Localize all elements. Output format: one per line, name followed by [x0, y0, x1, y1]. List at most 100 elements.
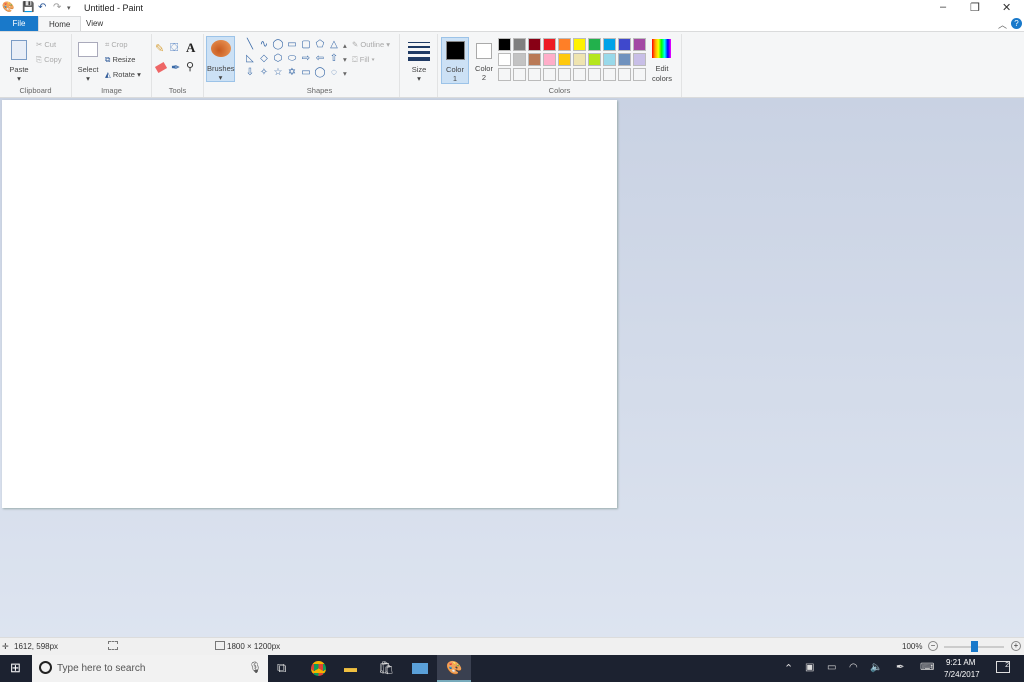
- pencil-icon[interactable]: ✎: [155, 42, 164, 55]
- store-icon[interactable]: 🛍: [378, 660, 395, 676]
- rotate-button[interactable]: ◭ Rotate ▾: [105, 70, 141, 79]
- shape-tool-9[interactable]: ⬡: [271, 53, 285, 67]
- customize-quick-access-icon[interactable]: ▾: [67, 4, 71, 12]
- color-swatch[interactable]: [573, 38, 586, 51]
- tab-view[interactable]: View: [76, 16, 113, 31]
- fill-bucket-icon[interactable]: ⛋: [170, 42, 178, 55]
- shape-tool-5[interactable]: ⬠: [313, 39, 327, 53]
- minimize-button[interactable]: –: [940, 1, 946, 13]
- copy-button[interactable]: ⎘ Copy: [36, 55, 62, 65]
- custom-color-slot[interactable]: [573, 68, 586, 81]
- clock-date[interactable]: 7/24/2017: [944, 670, 980, 679]
- shape-tool-7[interactable]: ◺: [243, 53, 257, 67]
- clock-time[interactable]: 9:21 AM: [946, 658, 975, 667]
- color-swatch[interactable]: [558, 38, 571, 51]
- volume-icon[interactable]: 🔈: [870, 662, 882, 673]
- zoom-in-button[interactable]: +: [1011, 641, 1021, 651]
- shape-tool-15[interactable]: ✧: [257, 67, 271, 81]
- touch-keyboard-icon[interactable]: ⌨: [920, 662, 934, 673]
- color-swatch[interactable]: [618, 53, 631, 66]
- color-swatch[interactable]: [498, 53, 511, 66]
- outlook-icon[interactable]: [412, 663, 428, 674]
- custom-color-slot[interactable]: [543, 68, 556, 81]
- custom-color-slot[interactable]: [618, 68, 631, 81]
- color-swatch[interactable]: [588, 38, 601, 51]
- color-swatch[interactable]: [618, 38, 631, 51]
- color1-button[interactable]: Color 1: [441, 37, 469, 84]
- shape-tool-19[interactable]: ◯: [313, 67, 327, 81]
- color-swatch[interactable]: [528, 53, 541, 66]
- shape-tool-10[interactable]: ⬭: [285, 53, 299, 67]
- shape-tool-1[interactable]: ∿: [257, 39, 271, 53]
- brushes-button[interactable]: Brushes ▾: [206, 36, 235, 82]
- custom-color-slot[interactable]: [633, 68, 646, 81]
- custom-color-slot[interactable]: [588, 68, 601, 81]
- color-swatch[interactable]: [498, 38, 511, 51]
- custom-color-slot[interactable]: [528, 68, 541, 81]
- task-view-icon[interactable]: ⧉: [277, 660, 286, 676]
- color-swatch[interactable]: [603, 38, 616, 51]
- microphone-icon[interactable]: 🎙: [248, 661, 262, 674]
- shape-tool-8[interactable]: ◇: [257, 53, 271, 67]
- shape-tool-3[interactable]: ▭: [285, 39, 299, 53]
- size-button[interactable]: Size ▾: [407, 38, 431, 83]
- color-swatch[interactable]: [603, 53, 616, 66]
- taskbar-search-box[interactable]: Type here to search 🎙: [32, 655, 268, 682]
- paint-taskbar-button[interactable]: 🎨: [437, 655, 471, 682]
- shape-tool-18[interactable]: ▭: [299, 67, 313, 81]
- tab-file[interactable]: File: [0, 16, 38, 31]
- color-swatch[interactable]: [513, 53, 526, 66]
- eraser-icon[interactable]: [154, 61, 168, 74]
- color-swatch[interactable]: [573, 53, 586, 66]
- custom-color-slot[interactable]: [513, 68, 526, 81]
- crop-button[interactable]: ⌗ Crop: [105, 40, 128, 50]
- shape-tool-20[interactable]: ◌: [327, 67, 341, 81]
- help-icon[interactable]: ?: [1011, 18, 1022, 29]
- resize-button[interactable]: ⧉ Resize: [105, 55, 135, 65]
- redo-icon[interactable]: ↷: [53, 2, 61, 13]
- undo-icon[interactable]: ↶: [38, 2, 46, 13]
- collapse-ribbon-icon[interactable]: ︿: [998, 18, 1007, 31]
- file-explorer-icon[interactable]: ▬: [344, 660, 357, 675]
- action-center-icon[interactable]: 2: [996, 661, 1010, 673]
- paste-button[interactable]: Paste ▾: [8, 38, 36, 83]
- color-swatch[interactable]: [588, 53, 601, 66]
- shape-tool-6[interactable]: △: [327, 39, 341, 53]
- zoom-slider-thumb[interactable]: [971, 641, 978, 652]
- shape-tool-11[interactable]: ⇨: [299, 53, 313, 67]
- custom-color-slot[interactable]: [603, 68, 616, 81]
- magnifier-icon[interactable]: ⚲: [186, 60, 194, 73]
- color-swatch[interactable]: [633, 53, 646, 66]
- show-hidden-icons[interactable]: ⌃: [784, 662, 793, 675]
- fill-button[interactable]: ⛋ Fill ▾: [352, 55, 375, 65]
- color-picker-icon[interactable]: ✒: [171, 61, 180, 74]
- shape-tool-13[interactable]: ⇧: [327, 53, 341, 67]
- tablet-icon[interactable]: ▣: [805, 662, 814, 673]
- color-swatch[interactable]: [543, 38, 556, 51]
- restore-button[interactable]: ❐: [970, 1, 980, 14]
- color-swatch[interactable]: [513, 38, 526, 51]
- color-swatch[interactable]: [528, 38, 541, 51]
- color2-button[interactable]: Color 2: [471, 37, 499, 84]
- wifi-icon[interactable]: ◠: [849, 662, 858, 673]
- paint-app-icon[interactable]: 🎨: [2, 2, 14, 13]
- close-button[interactable]: ✕: [1002, 1, 1011, 14]
- battery-icon[interactable]: ▭: [827, 662, 836, 673]
- pen-workspace-icon[interactable]: ✒: [896, 662, 904, 673]
- shape-tool-4[interactable]: ▢: [299, 39, 313, 53]
- shape-tool-17[interactable]: ✡: [285, 67, 299, 81]
- custom-color-slot[interactable]: [558, 68, 571, 81]
- tab-home[interactable]: Home: [38, 16, 82, 31]
- color-swatch[interactable]: [543, 53, 556, 66]
- custom-color-slot[interactable]: [498, 68, 511, 81]
- shape-tool-16[interactable]: ☆: [271, 67, 285, 81]
- outline-button[interactable]: ✎ Outline ▾: [352, 40, 390, 49]
- text-tool-icon[interactable]: A: [186, 40, 195, 56]
- color-swatch[interactable]: [633, 38, 646, 51]
- edit-colors-button[interactable]: Edit colors: [648, 37, 676, 84]
- select-button[interactable]: Select ▾: [76, 38, 100, 83]
- shape-tool-12[interactable]: ⇦: [313, 53, 327, 67]
- shape-tool-2[interactable]: ◯: [271, 39, 285, 53]
- chrome-icon[interactable]: [311, 661, 326, 676]
- zoom-out-button[interactable]: −: [928, 641, 938, 651]
